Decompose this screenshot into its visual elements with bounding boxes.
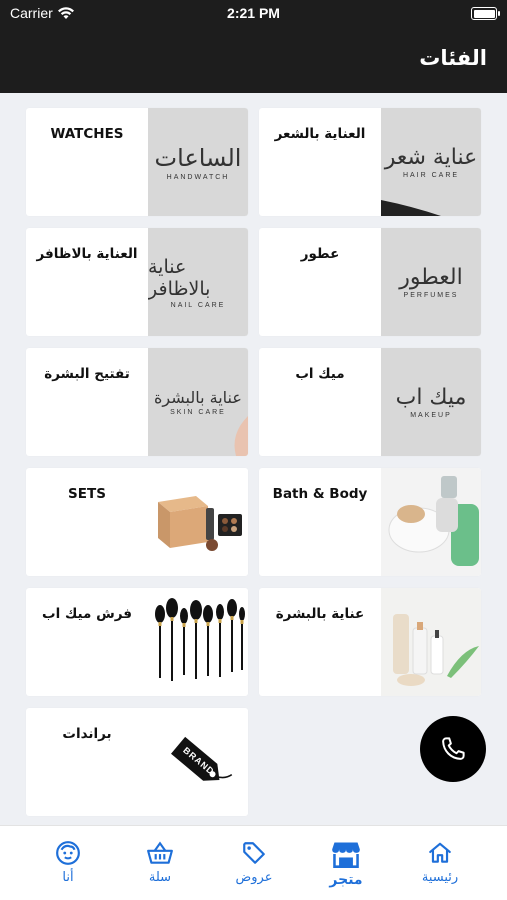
category-label: العناية بالشعر <box>274 126 366 142</box>
category-card-skin-care[interactable]: عناية بالبشرة <box>259 588 481 696</box>
category-card-bath-body[interactable]: Bath & Body <box>259 468 481 576</box>
image-text-ar: الساعات <box>154 143 242 172</box>
category-image-sets <box>148 468 248 576</box>
image-text-ar: ميك اب <box>395 385 467 410</box>
image-text-en: HANDWATCH <box>166 173 230 181</box>
tab-label: سلة <box>148 870 172 885</box>
tab-offers[interactable]: عروض <box>214 840 294 885</box>
call-button[interactable] <box>420 716 486 782</box>
category-card-hair-care[interactable]: العناية بالشعر عناية شعر HAIR CARE <box>259 108 481 216</box>
tab-bar: رئيسية متجر عروض سلة أنا <box>0 825 507 900</box>
image-text-en: MAKEUP <box>410 412 452 419</box>
category-label: SETS <box>68 486 106 502</box>
tab-label: أنا <box>62 870 74 885</box>
category-grid: العناية بالشعر عناية شعر HAIR CARE WATCH… <box>0 93 507 825</box>
category-label: عطور <box>300 246 340 262</box>
category-label: العناية بالاظافر <box>36 246 138 262</box>
tab-label: عروض <box>235 870 273 885</box>
category-label: Bath & Body <box>272 486 368 502</box>
tab-profile[interactable]: أنا <box>28 840 108 885</box>
page-title: الفئات <box>419 46 487 70</box>
category-label: ميك اب <box>295 366 345 382</box>
image-text-en: SKIN CARE <box>170 409 226 416</box>
battery-icon <box>471 7 500 20</box>
category-card-makeup-brushes[interactable]: فرش ميك اب <box>26 588 248 696</box>
tab-label: متجر <box>329 872 363 888</box>
tab-label: رئيسية <box>421 870 459 885</box>
image-text-ar: عناية بالاظافر <box>148 255 211 300</box>
category-card-watches[interactable]: WATCHES الساعات HANDWATCH <box>26 108 248 216</box>
category-label: براندات <box>62 726 112 742</box>
category-label: تفتيح البشرة <box>44 366 130 382</box>
category-image-hair-care: عناية شعر HAIR CARE <box>381 108 481 216</box>
category-card-makeup[interactable]: ميك اب ميك اب MAKEUP <box>259 348 481 456</box>
status-bar: Carrier 2:21 PM <box>0 0 507 28</box>
category-label: WATCHES <box>50 126 124 142</box>
category-image-perfumes: العطور PERFUMES <box>381 228 481 336</box>
image-text-ar: عناية بالبشرة <box>154 388 242 407</box>
category-card-brands[interactable]: براندات BRAND <box>26 708 248 816</box>
category-image-skin-care: عناية بالبشرة SKIN CARE <box>148 348 248 456</box>
image-text-en: NAIL CARE <box>170 301 226 309</box>
profile-icon <box>56 841 80 865</box>
category-card-nail-care[interactable]: العناية بالاظافر عناية بالاظافر NAIL CAR… <box>26 228 248 336</box>
category-image-makeup: ميك اب MAKEUP <box>381 348 481 456</box>
category-label: فرش ميك اب <box>42 606 132 622</box>
image-text-en: HAIR CARE <box>402 172 460 179</box>
category-card-perfumes[interactable]: عطور العطور PERFUMES <box>259 228 481 336</box>
category-image-skin-care-products <box>381 588 481 696</box>
category-image-watches: الساعات HANDWATCH <box>148 108 248 216</box>
phone-icon <box>442 737 465 760</box>
header: Carrier 2:21 PM الفئات <box>0 0 507 93</box>
tab-cart[interactable]: سلة <box>120 840 200 885</box>
category-image-makeup-brushes <box>148 588 248 696</box>
category-image-brands: BRAND <box>148 708 248 816</box>
image-text-en: PERFUMES <box>403 292 459 299</box>
status-time: 2:21 PM <box>227 5 280 21</box>
category-label: عناية بالبشرة <box>275 606 365 622</box>
image-text-ar: عناية شعر <box>384 145 478 170</box>
tab-store[interactable]: متجر <box>306 840 386 888</box>
category-card-skin-whitening[interactable]: تفتيح البشرة عناية بالبشرة SKIN CARE <box>26 348 248 456</box>
category-card-sets[interactable]: SETS <box>26 468 248 576</box>
category-image-nail-care: عناية بالاظافر NAIL CARE <box>148 228 248 336</box>
basket-icon <box>147 841 173 864</box>
category-image-bath-body <box>381 468 481 576</box>
store-icon <box>332 842 360 868</box>
tab-home[interactable]: رئيسية <box>400 840 480 885</box>
image-text-ar: العطور <box>399 265 463 290</box>
tag-icon <box>243 842 265 864</box>
home-icon <box>429 842 451 863</box>
